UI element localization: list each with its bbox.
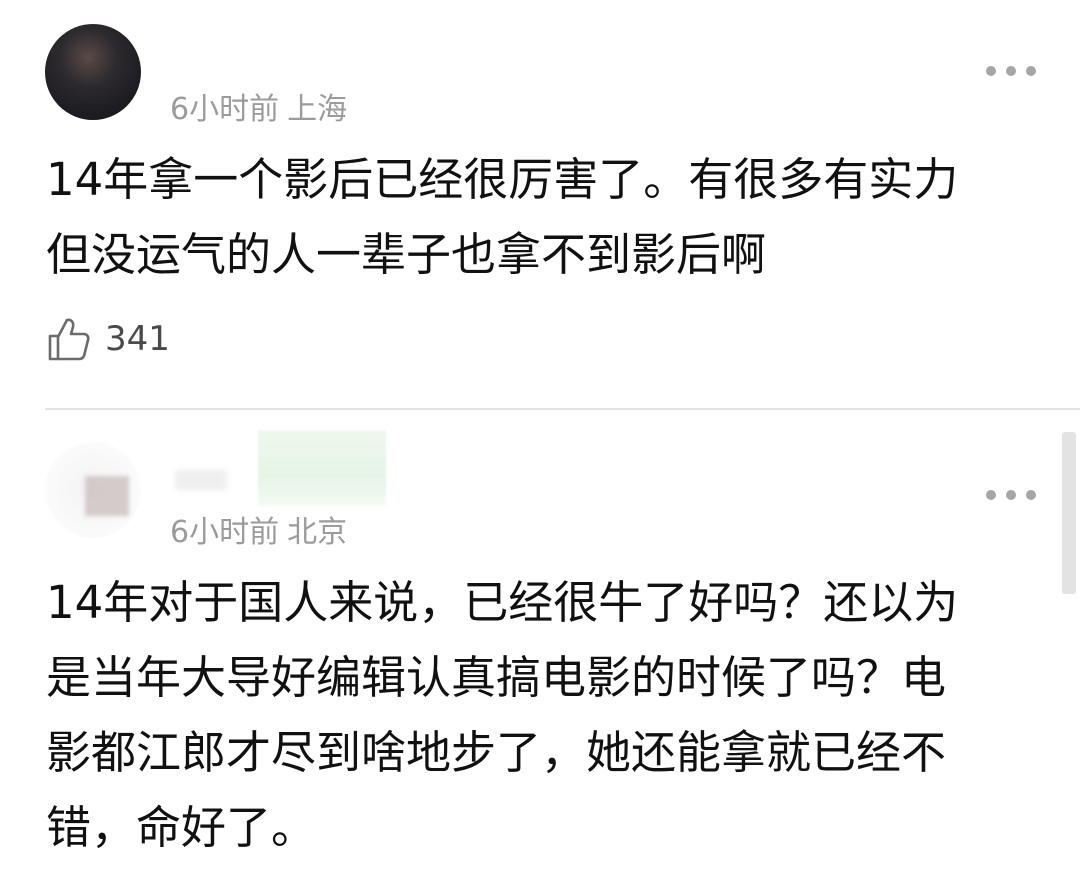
username-redaction (175, 470, 227, 490)
avatar[interactable] (45, 24, 141, 120)
comment-meta: 6小时前 上海 (170, 84, 347, 128)
scrollbar[interactable] (1062, 432, 1076, 594)
comment-time: 6小时前 (170, 515, 280, 550)
dot (1006, 490, 1016, 500)
dot (986, 66, 996, 76)
avatar-blur (85, 476, 129, 516)
dot (1006, 66, 1016, 76)
comment-text-line: 但没运气的人一辈子也拿不到影后啊 (46, 228, 767, 281)
comment-location: 上海 (287, 92, 348, 127)
comment-text-line: 14年对于国人来说，已经很牛了好吗？还以为 (46, 576, 959, 629)
comment-text-line: 错，命好了。 (46, 801, 317, 854)
comment-text-line: 14年拿一个影后已经很厉害了。有很多有实力 (46, 153, 959, 206)
thumbs-up-icon (48, 318, 90, 361)
dot (986, 490, 996, 500)
comment-text: 14年拿一个影后已经很厉害了。有很多有实力 但没运气的人一辈子也拿不到影后啊 (46, 142, 1026, 292)
comment-text: 14年对于国人来说，已经很牛了好吗？还以为 是当年大导好编辑认真搞电影的时候了吗… (46, 565, 1026, 865)
like-count: 341 (105, 319, 170, 359)
comment-text-line: 影都江郎才尽到啥地步了，她还能拿就已经不 (46, 726, 947, 779)
comment-location: 北京 (287, 515, 348, 550)
divider (45, 408, 1080, 410)
dot (1026, 490, 1036, 500)
avatar[interactable] (45, 442, 141, 538)
dot (1026, 66, 1036, 76)
more-dots-icon[interactable] (986, 64, 1036, 78)
comment-meta: 6小时前 北京 (170, 507, 347, 551)
more-dots-icon[interactable] (986, 488, 1036, 502)
username-redaction (258, 430, 386, 506)
comment-time: 6小时前 (170, 92, 280, 127)
like-button[interactable]: 341 (47, 316, 170, 362)
comment-text-line: 是当年大导好编辑认真搞电影的时候了吗？电 (46, 651, 947, 704)
